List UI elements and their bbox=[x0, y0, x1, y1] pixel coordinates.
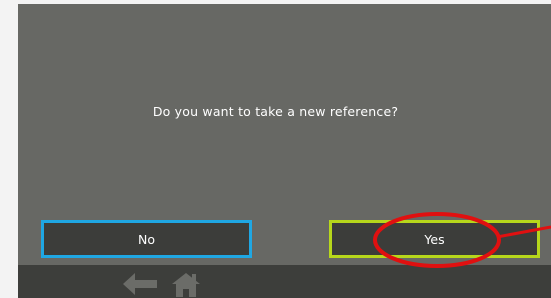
no-button[interactable]: No bbox=[41, 220, 252, 258]
yes-button-label: Yes bbox=[424, 231, 445, 247]
dialog-question: Do you want to take a new reference? bbox=[152, 104, 399, 119]
yes-button[interactable]: Yes bbox=[329, 220, 540, 258]
no-button-label: No bbox=[138, 231, 155, 247]
bottom-nav-bar bbox=[18, 265, 551, 298]
back-arrow-icon[interactable] bbox=[123, 273, 157, 298]
dialog-screen: Do you want to take a new reference? No … bbox=[18, 4, 551, 298]
home-icon[interactable] bbox=[172, 273, 200, 298]
